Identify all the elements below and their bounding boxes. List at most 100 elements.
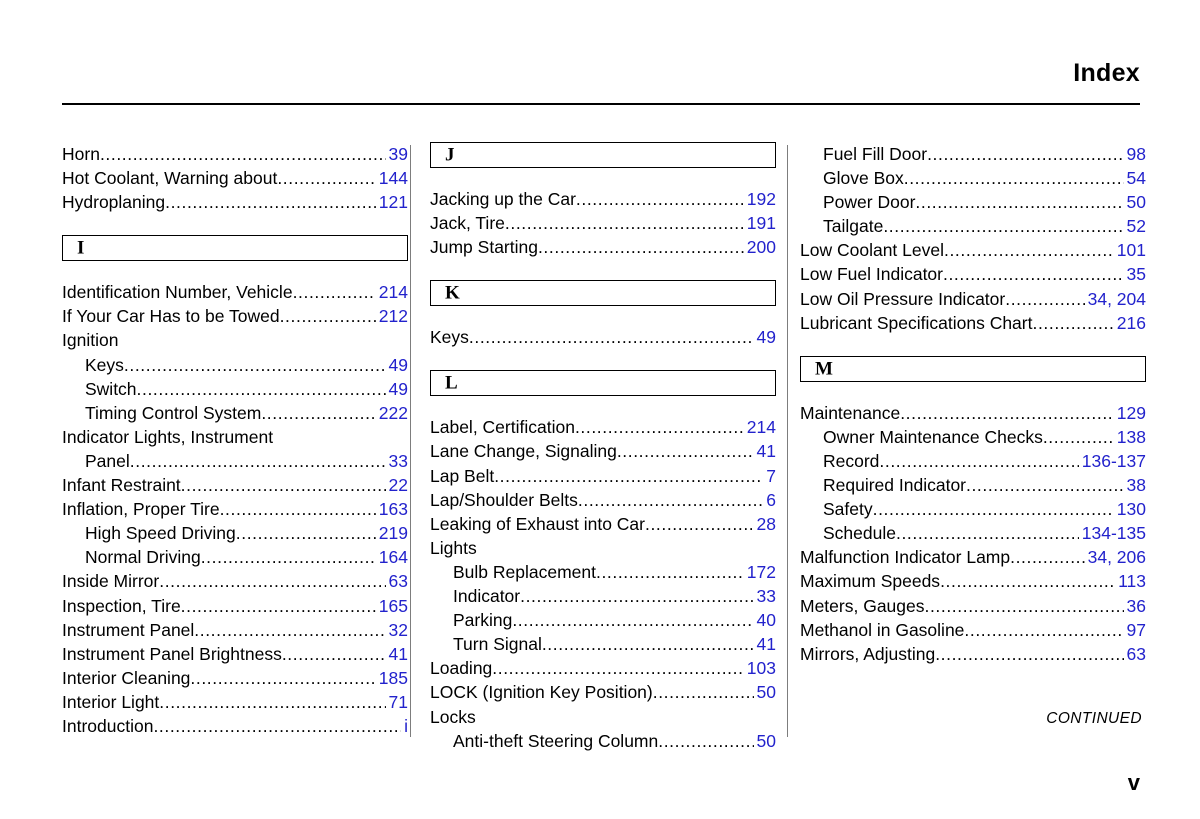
index-entry-page-number[interactable]: 121 <box>376 190 408 214</box>
index-entry[interactable]: Meters, Gauges..........................… <box>800 594 1146 618</box>
index-entry-page-number[interactable]: 185 <box>376 666 408 690</box>
index-entry[interactable]: Methanol in Gasoline....................… <box>800 618 1146 642</box>
index-entry-page-number[interactable]: 36 <box>1124 594 1146 618</box>
index-entry-page-number[interactable]: 97 <box>1124 618 1146 642</box>
index-entry[interactable]: Fuel Fill Door..........................… <box>800 142 1146 166</box>
index-entry[interactable]: Infant Restraint........................… <box>62 473 408 497</box>
index-entry-page-number[interactable]: 22 <box>386 473 408 497</box>
index-entry[interactable]: Lights..................................… <box>430 536 776 560</box>
index-entry[interactable]: Owner Maintenance Checks................… <box>800 425 1146 449</box>
index-entry[interactable]: Instrument Panel Brightness.............… <box>62 642 408 666</box>
index-entry-page-number[interactable]: 39 <box>386 142 408 166</box>
index-entry-page-number[interactable]: 219 <box>376 521 408 545</box>
index-entry[interactable]: Switch..................................… <box>62 377 408 401</box>
index-entry[interactable]: If Your Car Has to be Towed.............… <box>62 304 408 328</box>
index-entry-page-number[interactable]: 63 <box>386 569 408 593</box>
index-entry[interactable]: High Speed Driving......................… <box>62 521 408 545</box>
index-entry-page-number[interactable]: 129 <box>1114 401 1146 425</box>
index-entry[interactable]: Safety..................................… <box>800 497 1146 521</box>
index-entry[interactable]: Required Indicator......................… <box>800 473 1146 497</box>
index-entry-page-number[interactable]: 222 <box>376 401 408 425</box>
index-entry-page-number[interactable]: 40 <box>754 608 776 632</box>
index-entry[interactable]: Inside Mirror...........................… <box>62 569 408 593</box>
index-entry[interactable]: Malfunction Indicator Lamp..............… <box>800 545 1146 569</box>
index-entry-page-number[interactable]: 34, 206 <box>1085 545 1146 569</box>
index-entry[interactable]: LOCK (Ignition Key Position)............… <box>430 680 776 704</box>
index-entry[interactable]: Record..................................… <box>800 449 1146 473</box>
index-entry-page-number[interactable]: 54 <box>1124 166 1146 190</box>
index-entry[interactable]: Low Coolant Level.......................… <box>800 238 1146 262</box>
index-entry[interactable]: Turn Signal.............................… <box>430 632 776 656</box>
index-entry[interactable]: Locks...................................… <box>430 705 776 729</box>
index-entry-page-number[interactable]: 41 <box>754 439 776 463</box>
index-entry-page-number[interactable]: i <box>401 714 408 738</box>
index-entry-page-number[interactable]: 50 <box>754 729 776 753</box>
index-entry[interactable]: Lap/Shoulder Belts......................… <box>430 488 776 512</box>
index-entry-page-number[interactable]: 52 <box>1124 214 1146 238</box>
index-entry[interactable]: Schedule................................… <box>800 521 1146 545</box>
index-entry-page-number[interactable]: 6 <box>763 488 776 512</box>
index-entry-page-number[interactable]: 134-135 <box>1079 521 1146 545</box>
index-entry-page-number[interactable]: 63 <box>1124 642 1146 666</box>
index-entry-page-number[interactable]: 144 <box>376 166 408 190</box>
index-entry-page-number[interactable]: 41 <box>754 632 776 656</box>
index-entry[interactable]: Tailgate................................… <box>800 214 1146 238</box>
index-entry-page-number[interactable]: 136-137 <box>1079 449 1146 473</box>
index-entry-page-number[interactable]: 98 <box>1124 142 1146 166</box>
index-entry[interactable]: Hydroplaning............................… <box>62 190 408 214</box>
index-entry[interactable]: Glove Box...............................… <box>800 166 1146 190</box>
index-entry-page-number[interactable]: 71 <box>386 690 408 714</box>
index-entry-page-number[interactable]: 38 <box>1124 473 1146 497</box>
index-entry[interactable]: Maximum Speeds..........................… <box>800 569 1146 593</box>
index-entry[interactable]: Lane Change, Signaling..................… <box>430 439 776 463</box>
index-entry[interactable]: Mirrors, Adjusting......................… <box>800 642 1146 666</box>
index-entry[interactable]: Low Oil Pressure Indicator..............… <box>800 287 1146 311</box>
index-entry[interactable]: Timing Control System...................… <box>62 401 408 425</box>
index-entry-page-number[interactable]: 200 <box>744 235 776 259</box>
index-entry-page-number[interactable]: 163 <box>376 497 408 521</box>
index-entry-page-number[interactable]: 113 <box>1115 569 1146 593</box>
index-entry[interactable]: Panel...................................… <box>62 449 408 473</box>
index-entry[interactable]: Parking.................................… <box>430 608 776 632</box>
index-entry[interactable]: Label, Certification....................… <box>430 415 776 439</box>
index-entry[interactable]: Normal Driving..........................… <box>62 545 408 569</box>
index-entry-page-number[interactable]: 32 <box>386 618 408 642</box>
index-entry[interactable]: Identification Number, Vehicle..........… <box>62 280 408 304</box>
index-entry-page-number[interactable]: 164 <box>376 545 408 569</box>
index-entry-page-number[interactable]: 33 <box>386 449 408 473</box>
index-entry-page-number[interactable]: 49 <box>386 377 408 401</box>
index-entry[interactable]: Keys....................................… <box>430 325 776 349</box>
index-entry-page-number[interactable]: 7 <box>763 464 776 488</box>
index-entry[interactable]: Interior Light..........................… <box>62 690 408 714</box>
index-entry-page-number[interactable]: 50 <box>754 680 776 704</box>
index-entry-page-number[interactable]: 191 <box>744 211 776 235</box>
index-entry[interactable]: Inflation, Proper Tire .................… <box>62 497 408 521</box>
index-entry[interactable]: Ignition................................… <box>62 328 408 352</box>
index-entry-page-number[interactable]: 28 <box>754 512 776 536</box>
index-entry[interactable]: Indicator Lights, Instrument............… <box>62 425 408 449</box>
index-entry[interactable]: Low Fuel Indicator .....................… <box>800 262 1146 286</box>
index-entry[interactable]: Anti-theft Steering Column..............… <box>430 729 776 753</box>
index-entry[interactable]: Instrument Panel........................… <box>62 618 408 642</box>
index-entry-page-number[interactable]: 33 <box>754 584 776 608</box>
index-entry[interactable]: Maintenance.............................… <box>800 401 1146 425</box>
index-entry[interactable]: Keys....................................… <box>62 353 408 377</box>
index-entry[interactable]: Jump Starting...........................… <box>430 235 776 259</box>
index-entry-page-number[interactable]: 49 <box>386 353 408 377</box>
index-entry[interactable]: Bulb Replacement........................… <box>430 560 776 584</box>
index-entry-page-number[interactable]: 41 <box>386 642 408 666</box>
index-entry-page-number[interactable]: 138 <box>1114 425 1146 449</box>
index-entry[interactable]: Interior Cleaning.......................… <box>62 666 408 690</box>
index-entry-page-number[interactable]: 212 <box>376 304 408 328</box>
index-entry-page-number[interactable]: 101 <box>1114 238 1146 262</box>
index-entry[interactable]: Hot Coolant, Warning about..............… <box>62 166 408 190</box>
index-entry[interactable]: Lap Belt................................… <box>430 464 776 488</box>
index-entry[interactable]: Jack, Tire..............................… <box>430 211 776 235</box>
index-entry[interactable]: Jacking up the Car......................… <box>430 187 776 211</box>
index-entry-page-number[interactable]: 34, 204 <box>1085 287 1146 311</box>
index-entry-page-number[interactable]: 216 <box>1114 311 1146 335</box>
index-entry-page-number[interactable]: 130 <box>1114 497 1146 521</box>
index-entry[interactable]: Introduction............................… <box>62 714 408 738</box>
index-entry-page-number[interactable]: 50 <box>1124 190 1146 214</box>
index-entry[interactable]: Loading.................................… <box>430 656 776 680</box>
